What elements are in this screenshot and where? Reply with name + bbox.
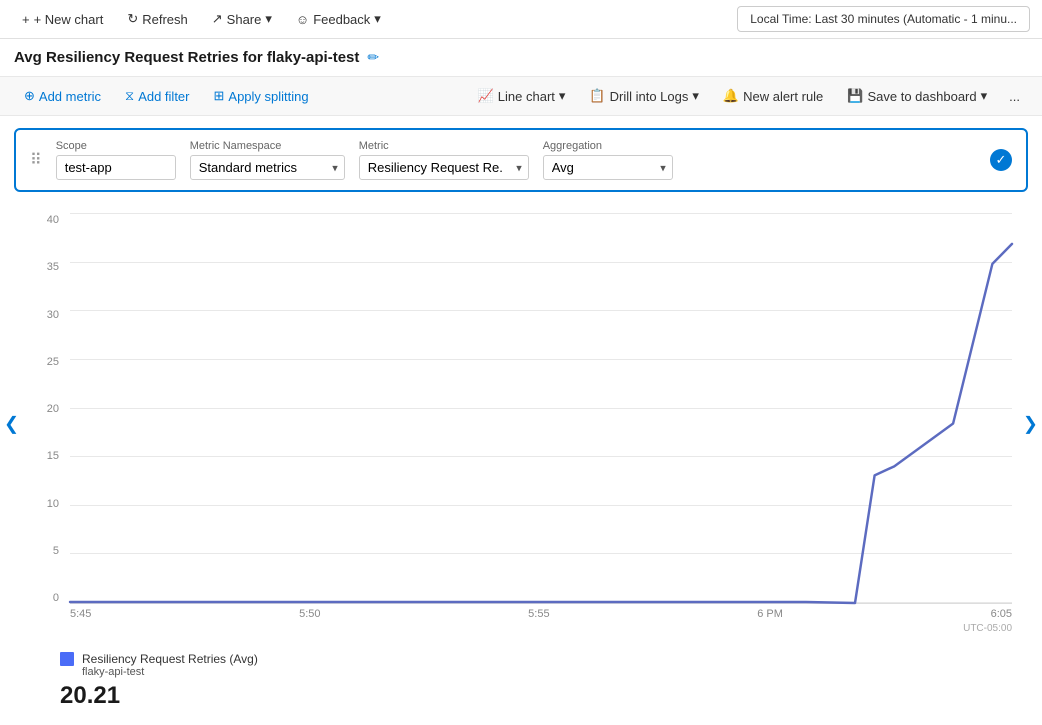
more-button[interactable]: ... bbox=[1001, 84, 1028, 109]
feedback-icon: ☺ bbox=[296, 12, 309, 27]
plus-icon: + bbox=[22, 12, 30, 27]
line-chart-label: Line chart bbox=[498, 89, 555, 104]
namespace-select-wrapper: Standard metrics bbox=[190, 155, 345, 180]
metric-config: ⠿ Scope Metric Namespace Standard metric… bbox=[14, 128, 1028, 192]
config-check-icon[interactable]: ✓ bbox=[990, 149, 1012, 171]
title-bar: Avg Resiliency Request Retries for flaky… bbox=[0, 39, 1042, 76]
x-label-605: 6:05 bbox=[991, 608, 1012, 620]
drill-chevron-icon: ▾ bbox=[692, 88, 699, 104]
aggregation-label: Aggregation bbox=[543, 140, 673, 152]
drill-icon: 📋 bbox=[589, 88, 605, 104]
legend-row: Resiliency Request Retries (Avg) flaky-a… bbox=[60, 652, 982, 678]
save-icon: 💾 bbox=[847, 88, 863, 104]
chart-container: ❮ ❯ 0 5 10 15 20 25 30 35 40 bbox=[14, 204, 1028, 644]
legend-sub-label: flaky-api-test bbox=[82, 666, 258, 678]
feedback-button[interactable]: ☺ Feedback ▾ bbox=[286, 6, 391, 32]
save-chevron-icon: ▾ bbox=[981, 88, 988, 104]
y-label-40: 40 bbox=[30, 214, 65, 226]
metric-select-wrapper: Resiliency Request Re... bbox=[359, 155, 529, 180]
aggregation-field: Aggregation Avg bbox=[543, 140, 673, 180]
scope-label: Scope bbox=[56, 140, 176, 152]
x-label-6pm: 6 PM bbox=[757, 608, 783, 620]
share-button[interactable]: ↗ Share ▾ bbox=[202, 6, 282, 32]
new-chart-button[interactable]: + + New chart bbox=[12, 7, 113, 32]
page-title: Avg Resiliency Request Retries for flaky… bbox=[14, 49, 359, 66]
add-metric-label: Add metric bbox=[39, 89, 101, 104]
drill-into-logs-button[interactable]: 📋 Drill into Logs ▾ bbox=[579, 83, 708, 109]
y-label-20: 20 bbox=[30, 403, 65, 415]
namespace-label: Metric Namespace bbox=[190, 140, 345, 152]
metric-label: Metric bbox=[359, 140, 529, 152]
alert-icon: 🔔 bbox=[723, 88, 739, 104]
metric-field: Metric Resiliency Request Re... bbox=[359, 140, 529, 180]
y-axis: 0 5 10 15 20 25 30 35 40 bbox=[30, 214, 65, 604]
legend-value: 20.21 bbox=[60, 682, 982, 710]
utc-label: UTC-05:00 bbox=[963, 623, 1012, 634]
more-label: ... bbox=[1009, 89, 1020, 104]
new-chart-label: + New chart bbox=[34, 12, 104, 27]
scope-field: Scope bbox=[56, 140, 176, 180]
top-bar: + + New chart ↻ Refresh ↗ Share ▾ ☺ Feed… bbox=[0, 0, 1042, 39]
share-label: Share bbox=[227, 12, 262, 27]
drill-into-logs-label: Drill into Logs bbox=[610, 89, 689, 104]
metric-select[interactable]: Resiliency Request Re... bbox=[359, 155, 529, 180]
add-metric-icon: ⊕ bbox=[24, 88, 35, 104]
splitting-icon: ⊞ bbox=[214, 88, 225, 104]
x-axis: 5:45 5:50 5:55 6 PM 6:05 UTC-05:00 bbox=[70, 604, 1012, 634]
x-label-550: 5:50 bbox=[299, 608, 320, 620]
y-label-30: 30 bbox=[30, 309, 65, 321]
y-label-0: 0 bbox=[30, 592, 65, 604]
scope-input[interactable] bbox=[56, 155, 176, 180]
y-label-25: 25 bbox=[30, 356, 65, 368]
check-symbol: ✓ bbox=[996, 152, 1007, 168]
legend-series-label: Resiliency Request Retries (Avg) bbox=[82, 652, 258, 666]
drag-handle-icon[interactable]: ⠿ bbox=[30, 150, 42, 170]
chart-prev-button[interactable]: ❮ bbox=[0, 406, 27, 443]
refresh-label: Refresh bbox=[142, 12, 188, 27]
save-to-dashboard-label: Save to dashboard bbox=[867, 89, 976, 104]
new-alert-rule-button[interactable]: 🔔 New alert rule bbox=[713, 83, 833, 109]
new-alert-rule-label: New alert rule bbox=[743, 89, 823, 104]
edit-icon[interactable]: ✏ bbox=[367, 49, 379, 66]
y-label-5: 5 bbox=[30, 545, 65, 557]
time-selector-button[interactable]: Local Time: Last 30 minutes (Automatic -… bbox=[737, 6, 1030, 32]
legend-color-swatch bbox=[60, 652, 74, 666]
chart-next-button[interactable]: ❯ bbox=[1015, 406, 1042, 443]
y-label-35: 35 bbox=[30, 261, 65, 273]
chart-plot bbox=[70, 214, 1012, 604]
aggregation-select[interactable]: Avg bbox=[543, 155, 673, 180]
apply-splitting-button[interactable]: ⊞ Apply splitting bbox=[204, 83, 319, 109]
chart-plot-area: 0 5 10 15 20 25 30 35 40 bbox=[30, 214, 1012, 634]
feedback-chevron-icon: ▾ bbox=[374, 11, 381, 27]
time-selector-label: Local Time: Last 30 minutes (Automatic -… bbox=[750, 12, 1017, 26]
namespace-field: Metric Namespace Standard metrics bbox=[190, 140, 345, 180]
add-filter-button[interactable]: ⧖ Add filter bbox=[115, 83, 199, 109]
action-bar: ⊕ Add metric ⧖ Add filter ⊞ Apply splitt… bbox=[0, 76, 1042, 116]
refresh-button[interactable]: ↻ Refresh bbox=[117, 6, 197, 32]
line-chart-icon: 📈 bbox=[478, 88, 494, 104]
share-chevron-icon: ▾ bbox=[265, 11, 272, 27]
action-bar-right: 📈 Line chart ▾ 📋 Drill into Logs ▾ 🔔 New… bbox=[468, 83, 1028, 109]
legend-text-group: Resiliency Request Retries (Avg) flaky-a… bbox=[82, 652, 258, 678]
refresh-icon: ↻ bbox=[127, 11, 138, 27]
line-chart-chevron-icon: ▾ bbox=[559, 88, 566, 104]
x-label-555: 5:55 bbox=[528, 608, 549, 620]
aggregation-select-wrapper: Avg bbox=[543, 155, 673, 180]
x-label-545: 5:45 bbox=[70, 608, 91, 620]
chart-svg bbox=[70, 214, 1012, 603]
share-icon: ↗ bbox=[212, 11, 223, 27]
filter-icon: ⧖ bbox=[125, 88, 134, 104]
chart-legend: Resiliency Request Retries (Avg) flaky-a… bbox=[60, 652, 982, 710]
y-label-10: 10 bbox=[30, 498, 65, 510]
add-metric-button[interactable]: ⊕ Add metric bbox=[14, 83, 111, 109]
left-chevron-icon: ❮ bbox=[4, 414, 19, 434]
feedback-label: Feedback bbox=[313, 12, 370, 27]
right-chevron-icon: ❯ bbox=[1023, 414, 1038, 434]
line-chart-button[interactable]: 📈 Line chart ▾ bbox=[468, 83, 576, 109]
y-label-15: 15 bbox=[30, 450, 65, 462]
namespace-select[interactable]: Standard metrics bbox=[190, 155, 345, 180]
apply-splitting-label: Apply splitting bbox=[228, 89, 308, 104]
add-filter-label: Add filter bbox=[138, 89, 189, 104]
save-to-dashboard-button[interactable]: 💾 Save to dashboard ▾ bbox=[837, 83, 997, 109]
